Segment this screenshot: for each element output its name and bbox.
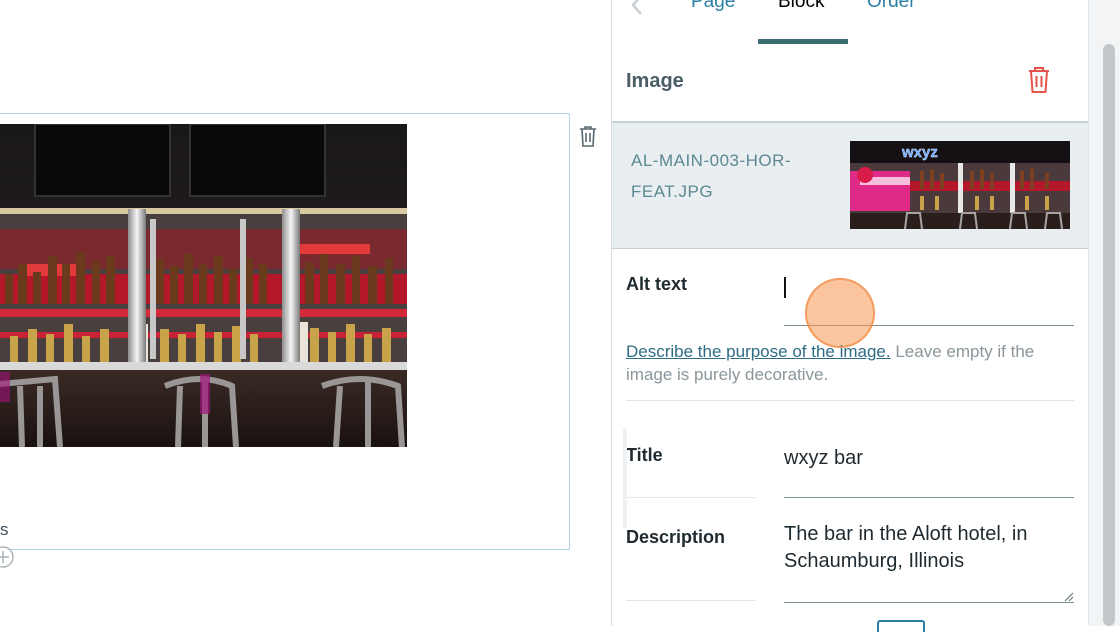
description-text: The bar in the Aloft hotel, in Schaumbur…	[784, 523, 1028, 572]
label-divider	[626, 600, 756, 601]
title-label: Title	[626, 445, 663, 465]
resize-handle-icon[interactable]	[1064, 589, 1074, 602]
bar-photo[interactable]	[0, 124, 407, 447]
editor-canvas: s	[0, 0, 611, 626]
selected-image-row[interactable]: AL-MAIN-003-HOR-FEAT.JPG wxyz	[612, 123, 1088, 249]
image-thumbnail[interactable]: wxyz	[850, 141, 1070, 229]
caption-fragment: s	[0, 520, 9, 539]
title-input[interactable]: wxyz bar	[784, 447, 1074, 498]
active-tab-indicator	[758, 39, 848, 44]
tab-order[interactable]: Order	[867, 0, 916, 13]
scrollbar-thumb[interactable]	[1103, 44, 1115, 626]
alt-text-help: Describe the purpose of the image. Leave…	[626, 340, 1076, 386]
delete-trash-icon[interactable]	[1027, 65, 1051, 95]
thumbnail-art: wxyz	[850, 141, 1070, 229]
alt-text-label: Alt text	[626, 274, 688, 294]
section-title: Image	[626, 70, 684, 92]
thumbnail-sign-text: wxyz	[901, 144, 938, 161]
click-indicator	[805, 278, 875, 348]
tab-block[interactable]: Block	[778, 0, 824, 13]
divider	[626, 400, 1074, 401]
label-divider	[626, 497, 756, 498]
text-cursor	[784, 277, 786, 298]
block-trash-icon[interactable]	[578, 124, 598, 148]
tab-bar: Page Block Order	[612, 0, 1089, 49]
tab-page[interactable]: Page	[691, 0, 735, 13]
description-label: Description	[626, 527, 726, 547]
image-section-header: Image	[612, 45, 1088, 123]
chevron-left-icon[interactable]	[630, 0, 644, 16]
partial-button[interactable]	[877, 620, 925, 632]
settings-sidebar: Page Block Order Image AL-MAIN-003-HOR-F…	[611, 0, 1089, 632]
add-block-plus-icon[interactable]	[0, 546, 14, 568]
describe-purpose-link[interactable]: Describe the purpose of the image.	[626, 342, 891, 361]
bar-photo-art	[0, 124, 407, 447]
image-filename: AL-MAIN-003-HOR-FEAT.JPG	[631, 151, 792, 201]
field-guide-line	[623, 428, 627, 528]
